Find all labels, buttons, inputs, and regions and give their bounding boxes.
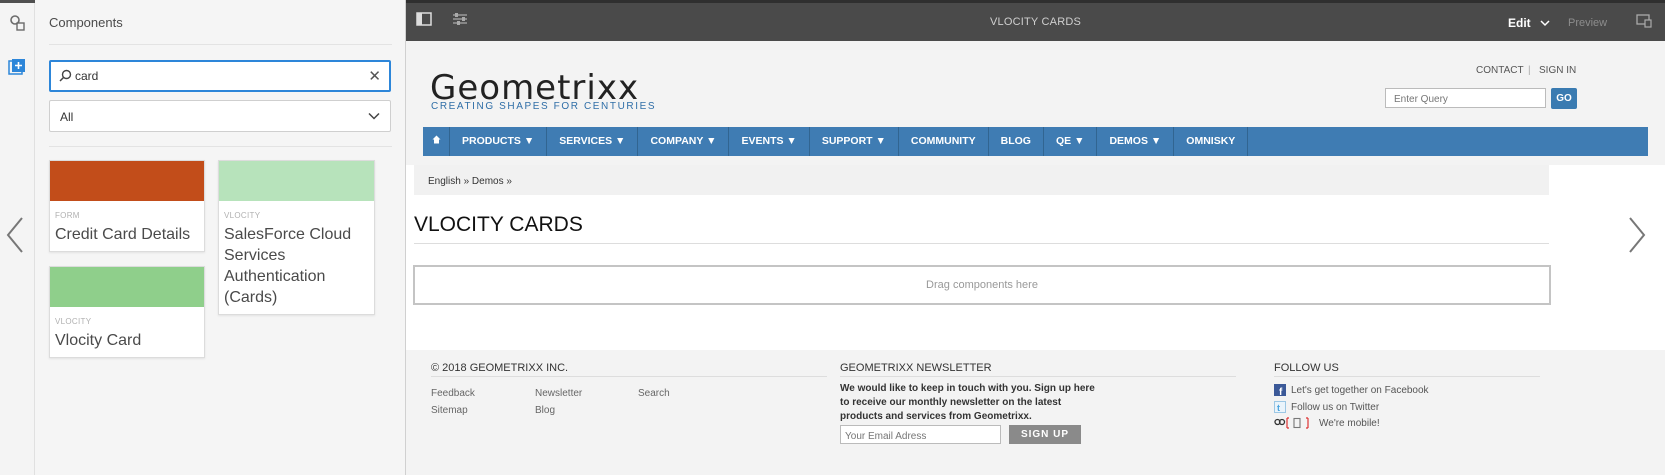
newsletter-text: We would like to keep in touch with you.… bbox=[840, 383, 1095, 422]
component-color-swatch bbox=[219, 161, 374, 201]
mobile-icon bbox=[1274, 417, 1309, 429]
chevron-left-icon bbox=[6, 217, 23, 253]
newsletter-email-input[interactable] bbox=[845, 428, 995, 445]
go-button[interactable]: GO bbox=[1551, 88, 1577, 109]
components-panel: Components ✕ All FORM Credit Card Detail… bbox=[35, 0, 406, 475]
components-icon bbox=[8, 59, 25, 75]
panel-title: Components bbox=[49, 15, 123, 30]
component-group: VLOCITY bbox=[224, 211, 261, 220]
component-card-credit-card-details[interactable]: FORM Credit Card Details bbox=[49, 160, 205, 252]
site-nav: PRODUCTS ▼ SERVICES ▼ COMPANY ▼ EVENTS ▼… bbox=[423, 127, 1648, 156]
preview-button[interactable]: Preview bbox=[1568, 17, 1607, 29]
divider bbox=[49, 146, 392, 147]
next-arrow[interactable] bbox=[1626, 215, 1648, 260]
emulator-icon bbox=[1636, 14, 1652, 28]
site-search-input[interactable] bbox=[1394, 90, 1544, 109]
chevron-down-icon bbox=[1540, 20, 1550, 27]
component-card-salesforce[interactable]: VLOCITY SalesForce Cloud Services Authen… bbox=[218, 160, 375, 315]
nav-services[interactable]: SERVICES ▼ bbox=[547, 127, 639, 156]
component-group: FORM bbox=[55, 211, 80, 220]
footer-link-sitemap[interactable]: Sitemap bbox=[431, 405, 468, 416]
footer-link-newsletter[interactable]: Newsletter bbox=[535, 388, 582, 399]
component-card-vlocity-card[interactable]: VLOCITY Vlocity Card bbox=[49, 266, 205, 358]
home-icon bbox=[432, 135, 440, 144]
nav-support[interactable]: SUPPORT ▼ bbox=[810, 127, 899, 156]
components-button[interactable] bbox=[4, 54, 30, 80]
component-color-swatch bbox=[50, 161, 204, 201]
site-footer: © 2018 GEOMETRIXX INC. Feedback Newslett… bbox=[406, 350, 1665, 475]
newsletter-email-field[interactable] bbox=[840, 425, 1001, 445]
twitter-label: Follow us on Twitter bbox=[1291, 401, 1380, 413]
facebook-icon: f bbox=[1274, 384, 1286, 396]
site-search-field[interactable] bbox=[1385, 88, 1546, 109]
mode-selector[interactable]: Edit bbox=[1508, 16, 1550, 30]
facebook-link[interactable]: f Let's get together on Facebook bbox=[1274, 384, 1429, 396]
nav-products[interactable]: PRODUCTS ▼ bbox=[450, 127, 548, 156]
component-name: SalesForce Cloud Services Authentication… bbox=[224, 226, 352, 306]
chevron-right-icon bbox=[1629, 217, 1646, 253]
header-separator: | bbox=[1528, 65, 1531, 76]
nav-home[interactable] bbox=[423, 127, 450, 156]
page-title-bar: VLOCITY CARDS bbox=[989, 16, 1082, 28]
nav-company[interactable]: COMPANY ▼ bbox=[638, 127, 730, 156]
left-rail bbox=[0, 0, 35, 475]
clear-icon[interactable]: ✕ bbox=[368, 67, 381, 85]
divider bbox=[431, 376, 827, 377]
search-input[interactable] bbox=[75, 66, 365, 86]
component-name: Vlocity Card bbox=[55, 332, 142, 349]
twitter-icon: t bbox=[1274, 401, 1286, 413]
footer-link-blog[interactable]: Blog bbox=[535, 405, 555, 416]
search-field[interactable]: ✕ bbox=[49, 60, 391, 92]
prev-arrow[interactable] bbox=[4, 215, 26, 260]
nav-blog[interactable]: BLOG bbox=[989, 127, 1044, 156]
mobile-link[interactable]: We're mobile! bbox=[1274, 417, 1380, 429]
component-drop-zone[interactable]: Drag components here bbox=[413, 265, 1551, 305]
component-name: Credit Card Details bbox=[55, 226, 191, 243]
sign-up-button[interactable]: SIGN UP bbox=[1009, 425, 1081, 444]
group-filter-value: All bbox=[60, 110, 74, 124]
facebook-label: Let's get together on Facebook bbox=[1291, 384, 1429, 396]
page-content: English » Demos » VLOCITY CARDS Drag com… bbox=[406, 165, 1665, 350]
nav-qe[interactable]: QE ▼ bbox=[1044, 127, 1098, 156]
breadcrumb[interactable]: English » Demos » bbox=[414, 165, 1549, 195]
component-group: VLOCITY bbox=[55, 317, 92, 326]
mobile-label: We're mobile! bbox=[1319, 417, 1380, 429]
component-color-swatch bbox=[50, 267, 204, 307]
editor-toolbar: VLOCITY CARDS Edit Preview bbox=[406, 0, 1665, 41]
site-tagline: CREATING SHAPES FOR CENTURIES bbox=[431, 101, 657, 112]
nav-events[interactable]: EVENTS ▼ bbox=[729, 127, 810, 156]
editor-canvas: Geometrixx CREATING SHAPES FOR CENTURIES… bbox=[406, 41, 1665, 475]
divider bbox=[1274, 376, 1540, 377]
nav-demos[interactable]: DEMOS ▼ bbox=[1097, 127, 1175, 156]
emulator-button[interactable] bbox=[1636, 14, 1652, 33]
contact-link[interactable]: CONTACT bbox=[1476, 65, 1524, 76]
page-title: VLOCITY CARDS bbox=[414, 213, 583, 236]
divider bbox=[414, 243, 1549, 244]
assets-icon bbox=[10, 15, 25, 31]
footer-copyright: © 2018 GEOMETRIXX INC. bbox=[431, 362, 569, 374]
site-page: Geometrixx CREATING SHAPES FOR CENTURIES… bbox=[406, 41, 1665, 475]
twitter-link[interactable]: t Follow us on Twitter bbox=[1274, 401, 1379, 413]
nav-omnisky[interactable]: OMNISKY bbox=[1174, 127, 1249, 156]
rail-top-line bbox=[0, 0, 35, 3]
divider bbox=[840, 376, 1236, 377]
assets-button[interactable] bbox=[4, 10, 30, 36]
search-icon bbox=[59, 69, 72, 82]
follow-title: FOLLOW US bbox=[1274, 362, 1339, 374]
nav-community[interactable]: COMMUNITY bbox=[899, 127, 989, 156]
mode-label: Edit bbox=[1508, 16, 1531, 30]
chevron-down-icon bbox=[368, 112, 380, 120]
sign-in-link[interactable]: SIGN IN bbox=[1539, 65, 1576, 76]
footer-link-search[interactable]: Search bbox=[638, 388, 670, 399]
divider bbox=[49, 44, 392, 45]
group-filter-select[interactable]: All bbox=[49, 100, 391, 132]
newsletter-title: GEOMETRIXX NEWSLETTER bbox=[840, 362, 992, 374]
svg-text:t: t bbox=[1277, 403, 1280, 413]
footer-link-feedback[interactable]: Feedback bbox=[431, 388, 475, 399]
